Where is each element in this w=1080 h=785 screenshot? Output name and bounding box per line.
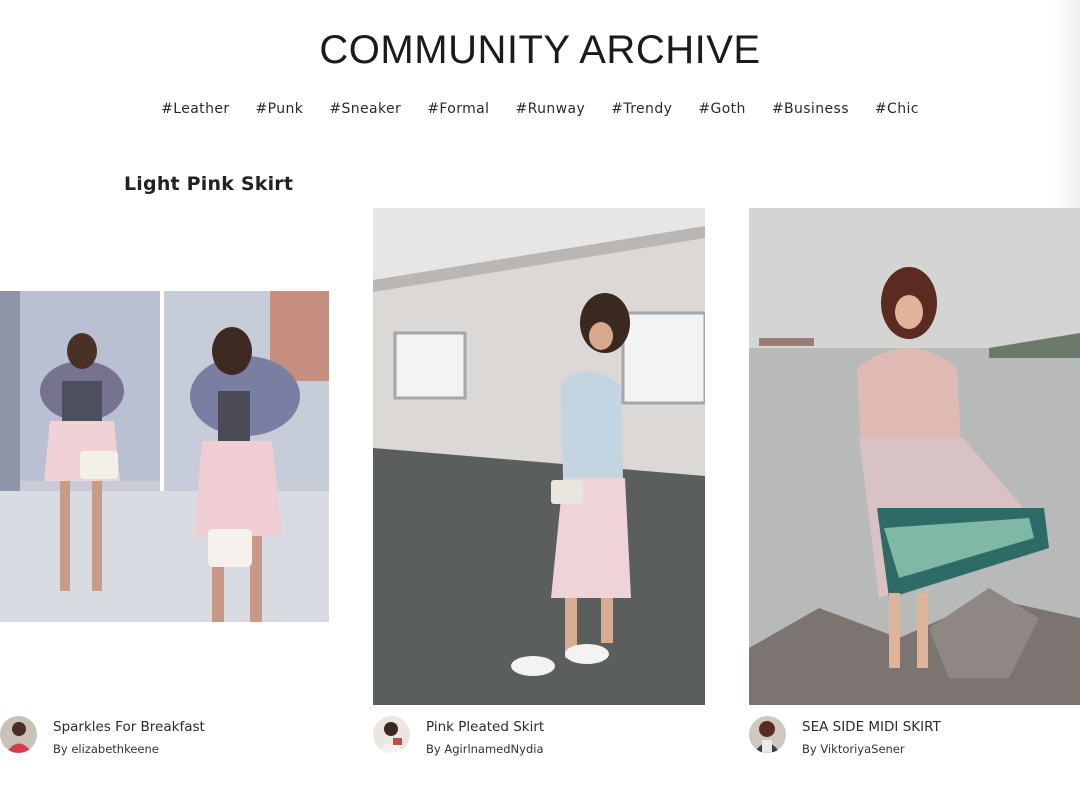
community-archive-page: COMMUNITY ARCHIVE #Leather #Punk #Sneake… <box>0 0 1080 785</box>
author-avatar[interactable] <box>373 716 410 753</box>
post-meta: SEA SIDE MIDI SKIRT By ViktoriyaSener <box>802 716 941 756</box>
post-photo[interactable] <box>0 291 329 622</box>
tag-punk[interactable]: #Punk <box>256 101 304 117</box>
post-title[interactable]: Sparkles For Breakfast <box>53 719 205 735</box>
post-author: By ViktoriyaSener <box>802 742 905 756</box>
tag-chic[interactable]: #Chic <box>875 101 919 117</box>
post-meta: Sparkles For Breakfast By elizabethkeene <box>53 716 205 756</box>
tag-runway[interactable]: #Runway <box>515 101 585 117</box>
post-photo[interactable] <box>373 208 705 705</box>
page-title: COMMUNITY ARCHIVE <box>319 28 761 72</box>
tag-goth[interactable]: #Goth <box>698 101 746 117</box>
post-author-row: Sparkles For Breakfast By elizabethkeene <box>0 716 205 756</box>
post-title[interactable]: SEA SIDE MIDI SKIRT <box>802 719 941 735</box>
tag-navigation: #Leather #Punk #Sneaker #Formal #Runway … <box>0 101 1080 117</box>
section-title: Light Pink Skirt <box>124 173 294 195</box>
post-photo[interactable] <box>749 208 1080 705</box>
author-avatar[interactable] <box>749 716 786 753</box>
post-photo-image <box>373 208 705 705</box>
tag-sneaker[interactable]: #Sneaker <box>329 101 401 117</box>
tag-leather[interactable]: #Leather <box>161 101 229 117</box>
post-author: By elizabethkeene <box>53 742 159 756</box>
avatar-image <box>373 716 410 753</box>
post-title[interactable]: Pink Pleated Skirt <box>426 719 544 735</box>
tag-trendy[interactable]: #Trendy <box>611 101 672 117</box>
post-photo-image <box>749 208 1080 705</box>
post-author-row: Pink Pleated Skirt By AgirlnamedNydia <box>373 716 544 756</box>
tag-business[interactable]: #Business <box>772 101 849 117</box>
avatar-image <box>0 716 37 753</box>
avatar-image <box>749 716 786 753</box>
post-author-row: SEA SIDE MIDI SKIRT By ViktoriyaSener <box>749 716 941 756</box>
post-photo-image <box>0 291 329 622</box>
post-author: By AgirlnamedNydia <box>426 742 544 756</box>
tag-formal[interactable]: #Formal <box>427 101 489 117</box>
post-meta: Pink Pleated Skirt By AgirlnamedNydia <box>426 716 544 756</box>
author-avatar[interactable] <box>0 716 37 753</box>
